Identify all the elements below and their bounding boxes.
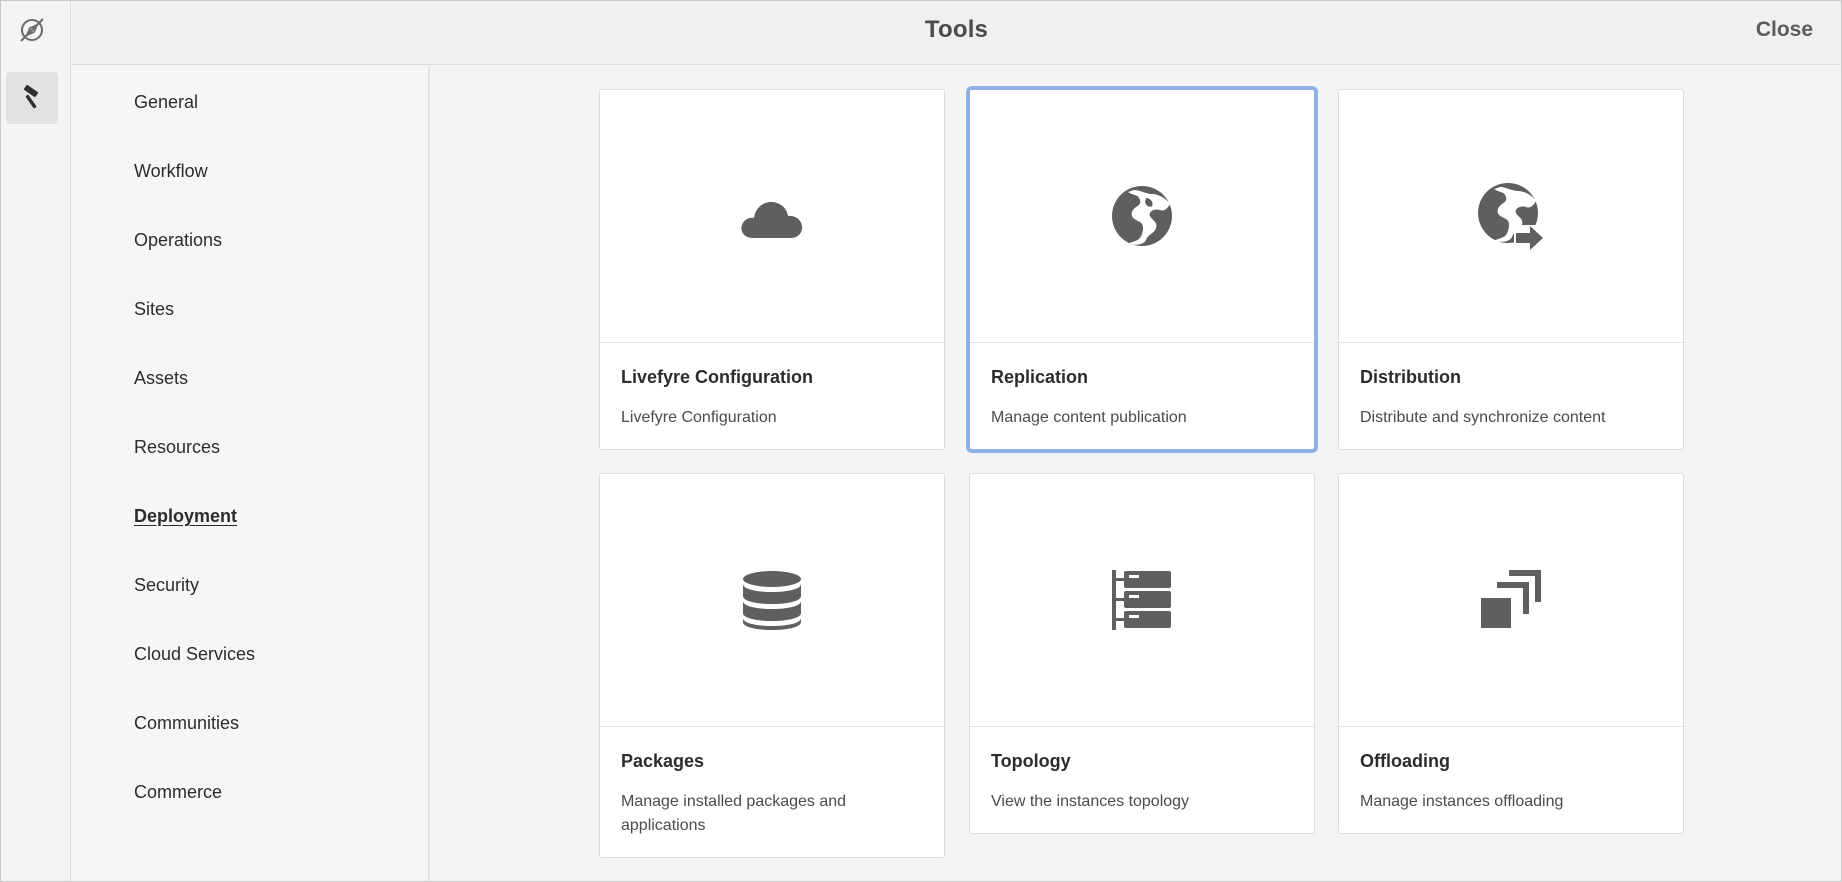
nav-item-resources[interactable]: Resources [134, 437, 220, 458]
card-description: Manage content publication [991, 409, 1187, 426]
page-title: Tools [924, 16, 989, 43]
card-title: Livefyre Configuration [621, 367, 814, 387]
stacked-squares-icon [1481, 570, 1541, 628]
nav-item-assets[interactable]: Assets [134, 368, 188, 389]
cloud-icon [741, 202, 803, 238]
card-replication[interactable]: Replication Manage content publication [969, 89, 1315, 450]
left-rail [1, 1, 71, 881]
card-description: View the instances topology [991, 793, 1190, 810]
card-packages[interactable]: Packages Manage installed packages and a… [599, 473, 945, 858]
card-title: Topology [991, 751, 1071, 771]
card-topology[interactable]: Topology View the instances topology [969, 473, 1315, 834]
nav-item-cloud-services[interactable]: Cloud Services [134, 644, 255, 665]
card-thumbnail [1339, 90, 1683, 343]
nav-item-operations[interactable]: Operations [134, 230, 222, 251]
globe-icon [1112, 186, 1172, 246]
header-bar: Tools Close [72, 1, 1841, 65]
card-thumbnail [1339, 474, 1683, 727]
card-title: Packages [621, 751, 705, 771]
category-nav: General Workflow Operations Sites Assets… [72, 66, 430, 881]
card-description: Distribute and synchronize content [1360, 409, 1606, 426]
card-thumbnail [600, 474, 944, 727]
tool-card-grid: Livefyre Configuration Livefyre Configur… [432, 66, 1841, 881]
database-icon [743, 571, 801, 630]
card-thumbnail [970, 474, 1314, 727]
card-distribution[interactable]: Distribution Distribute and synchronize … [1338, 89, 1684, 450]
app-window: Tools Close General Workflow Operations … [0, 0, 1842, 882]
card-title: Offloading [1360, 751, 1450, 771]
nav-item-sites[interactable]: Sites [134, 299, 174, 320]
card-offloading[interactable]: Offloading Manage instances offloading [1338, 473, 1684, 834]
hammer-icon[interactable] [6, 72, 58, 124]
globe-arrow-icon [1478, 183, 1546, 251]
card-title: Distribution [1360, 367, 1461, 387]
card-description: Manage installed packages and applicatio… [621, 793, 847, 834]
nav-item-communities[interactable]: Communities [134, 713, 239, 734]
card-description: Livefyre Configuration [621, 409, 777, 426]
compass-slash-icon[interactable] [15, 13, 49, 47]
card-description: Manage instances offloading [1360, 793, 1564, 810]
nav-item-deployment[interactable]: Deployment [134, 506, 237, 527]
card-livefyre-configuration[interactable]: Livefyre Configuration Livefyre Configur… [599, 89, 945, 450]
nav-item-workflow[interactable]: Workflow [134, 161, 208, 182]
nav-item-commerce[interactable]: Commerce [134, 782, 222, 803]
server-tree-icon [1112, 570, 1171, 630]
nav-item-security[interactable]: Security [134, 575, 199, 596]
card-thumbnail [600, 90, 944, 343]
card-title: Replication [991, 367, 1089, 387]
nav-item-general[interactable]: General [134, 92, 198, 113]
card-thumbnail [970, 90, 1314, 343]
close-button[interactable]: Close [1756, 18, 1813, 42]
